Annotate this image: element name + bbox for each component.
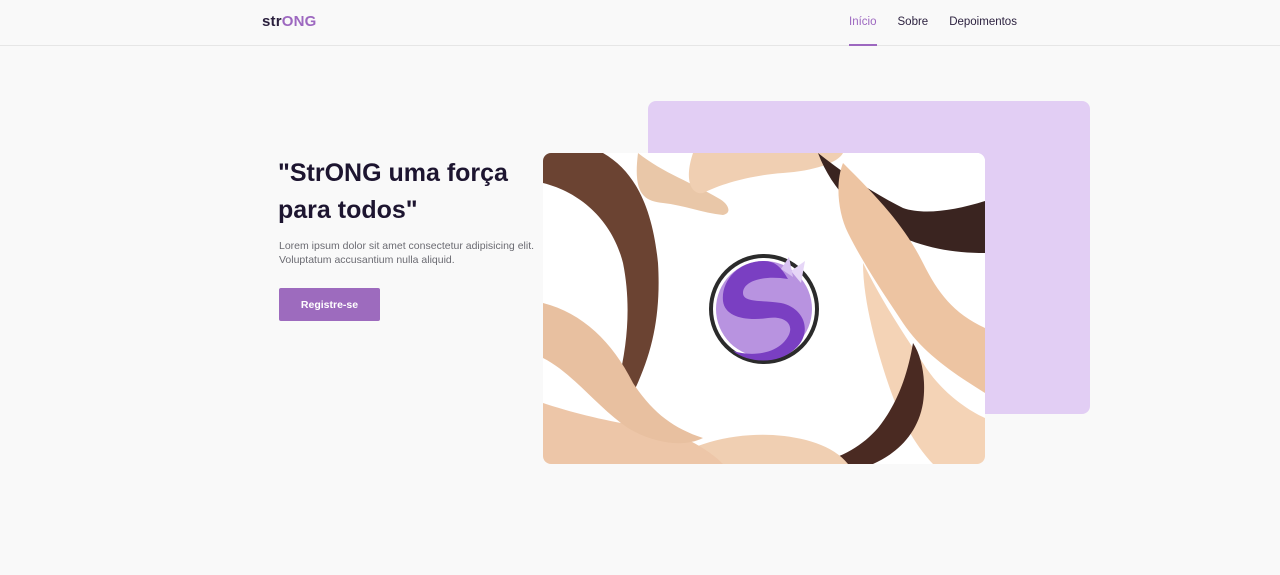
nav-link-depoimentos[interactable]: Depoimentos xyxy=(949,0,1017,46)
logo-accent: ONG xyxy=(281,13,317,30)
register-button[interactable]: Registre-se xyxy=(279,288,380,321)
logo-prefix: str xyxy=(262,13,282,30)
hands-circle-illustration xyxy=(543,153,985,464)
fox-logo-icon xyxy=(709,254,819,364)
hero-title: "StrONG uma força para todos" xyxy=(278,159,508,224)
site-logo[interactable]: strONG xyxy=(262,13,317,30)
nav-link-inicio[interactable]: Início xyxy=(849,0,877,46)
main-nav: Início Sobre Depoimentos xyxy=(849,0,1038,46)
nav-link-sobre[interactable]: Sobre xyxy=(898,0,929,46)
site-header: strONG Início Sobre Depoimentos xyxy=(0,0,1280,46)
hero-image xyxy=(543,153,985,464)
hero-description: Lorem ipsum dolor sit amet consectetur a… xyxy=(279,240,535,266)
